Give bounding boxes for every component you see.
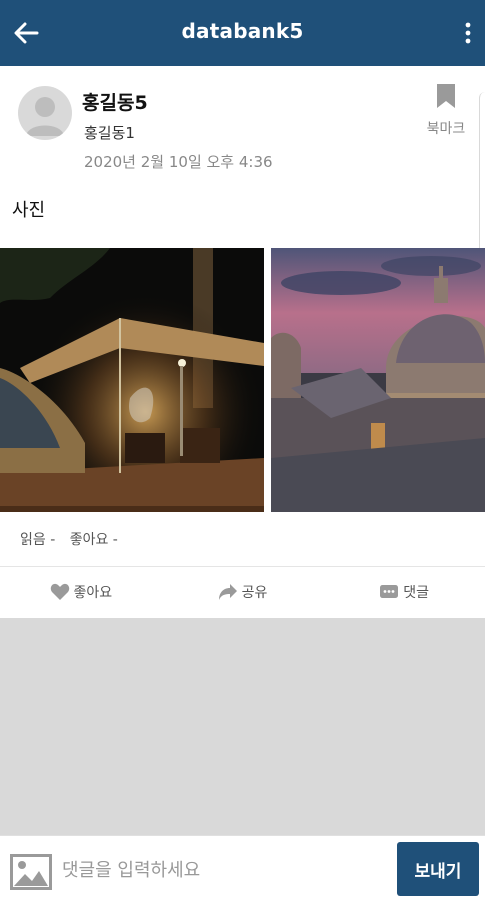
avatar[interactable] — [18, 86, 72, 140]
like-button[interactable]: 좋아요 — [0, 567, 162, 617]
photo-gallery — [0, 248, 485, 512]
comment-button[interactable]: 댓글 — [323, 567, 485, 617]
post-header: 홍길동5 홍길동1 2020년 2월 10일 오후 4:36 북마크 — [0, 66, 485, 186]
comment-input[interactable] — [62, 848, 388, 892]
post-text: 사진 — [12, 200, 46, 221]
like-count: 좋아요 - — [69, 532, 118, 548]
bookmark-label: 북마크 — [426, 121, 466, 137]
comment-bar: 보내기 — [0, 835, 485, 900]
bookmark-button[interactable]: 북마크 — [421, 82, 471, 138]
share-button[interactable]: 공유 — [162, 567, 324, 617]
more-vertical-icon — [465, 22, 471, 44]
page-title: databank5 — [181, 19, 304, 43]
more-options-button[interactable] — [459, 17, 477, 49]
post-actions: 좋아요 공유 댓글 — [0, 567, 485, 617]
share-icon — [218, 584, 237, 600]
person-icon — [26, 97, 64, 136]
comments-area — [0, 618, 485, 835]
sub-author-name: 홍길동1 — [84, 124, 135, 142]
comment-label: 댓글 — [403, 585, 430, 601]
comment-icon — [380, 585, 399, 598]
post-date: 2020년 2월 10일 오후 4:36 — [84, 153, 273, 171]
heart-icon — [50, 583, 69, 600]
domed-cathedral-dusk-photo[interactable] — [271, 248, 485, 512]
app-bar: databank5 — [0, 0, 485, 66]
scroll-edge — [479, 92, 485, 252]
post-stats: 읽음 - 좋아요 - — [20, 529, 128, 549]
author-name[interactable]: 홍길동5 — [82, 88, 148, 115]
share-label: 공유 — [241, 585, 268, 601]
like-label: 좋아요 — [73, 585, 113, 601]
attach-image-button[interactable] — [10, 854, 52, 890]
image-icon — [10, 854, 52, 890]
camping-tent-night-photo[interactable] — [0, 248, 264, 512]
read-count: 읽음 - — [20, 532, 56, 548]
send-button[interactable]: 보내기 — [397, 842, 479, 896]
bookmark-icon — [437, 84, 455, 108]
